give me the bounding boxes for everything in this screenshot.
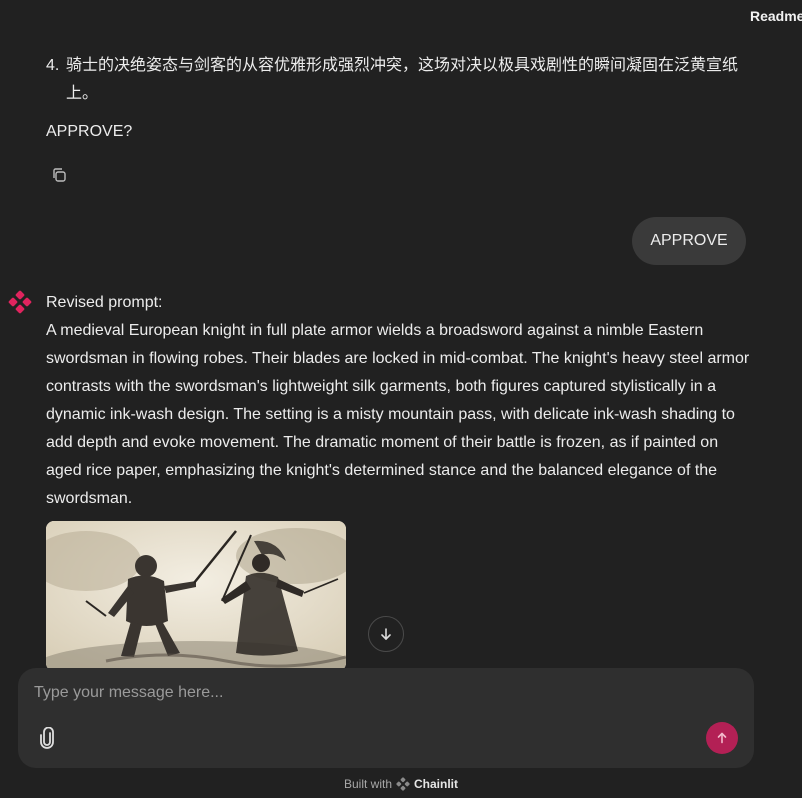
assistant-avatar: [8, 290, 32, 314]
send-button[interactable]: [706, 722, 738, 754]
attach-file-button[interactable]: [36, 726, 58, 750]
assistant-message: Revised prompt: A medieval European knig…: [46, 289, 751, 513]
list-item-number: 4.: [46, 57, 60, 74]
copy-button[interactable]: [48, 164, 70, 186]
assistant-message-heading: Revised prompt:: [46, 294, 163, 311]
message-composer: [18, 668, 754, 768]
arrow-down-icon: [381, 628, 391, 640]
assistant-message-body: A medieval European knight in full plate…: [46, 322, 750, 507]
generated-image[interactable]: [46, 521, 346, 671]
chainlit-brand-link[interactable]: Chainlit: [414, 777, 458, 791]
chainlit-logo-icon: [8, 290, 32, 314]
list-item: 4. 骑士的决绝姿态与剑客的从容优雅形成强烈冲突，这场对决以极具戏剧性的瞬间凝固…: [46, 52, 746, 108]
readme-link[interactable]: Readme: [750, 8, 802, 24]
paperclip-icon: [40, 727, 54, 749]
user-message-text: APPROVE: [650, 232, 728, 249]
chat-page: Readme 4. 骑士的决绝姿态与剑客的从容优雅形成强烈冲突，这场对决以极具戏…: [0, 0, 802, 798]
list-item-text: 骑士的决绝姿态与剑客的从容优雅形成强烈冲突，这场对决以极具戏剧性的瞬间凝固在泛黄…: [66, 57, 739, 102]
chainlit-footer-logo-icon: [396, 777, 410, 791]
message-input[interactable]: [34, 680, 724, 706]
user-message-bubble: APPROVE: [632, 217, 746, 265]
copy-icon: [53, 168, 66, 182]
ink-wash-duel-image: [46, 521, 346, 671]
built-with-text: Built with: [343, 777, 393, 791]
built-with-footer: Built with Chainlit: [0, 775, 802, 793]
approve-question: APPROVE?: [46, 123, 133, 140]
arrow-up-icon: [717, 732, 727, 744]
scroll-down-button[interactable]: [368, 616, 404, 652]
